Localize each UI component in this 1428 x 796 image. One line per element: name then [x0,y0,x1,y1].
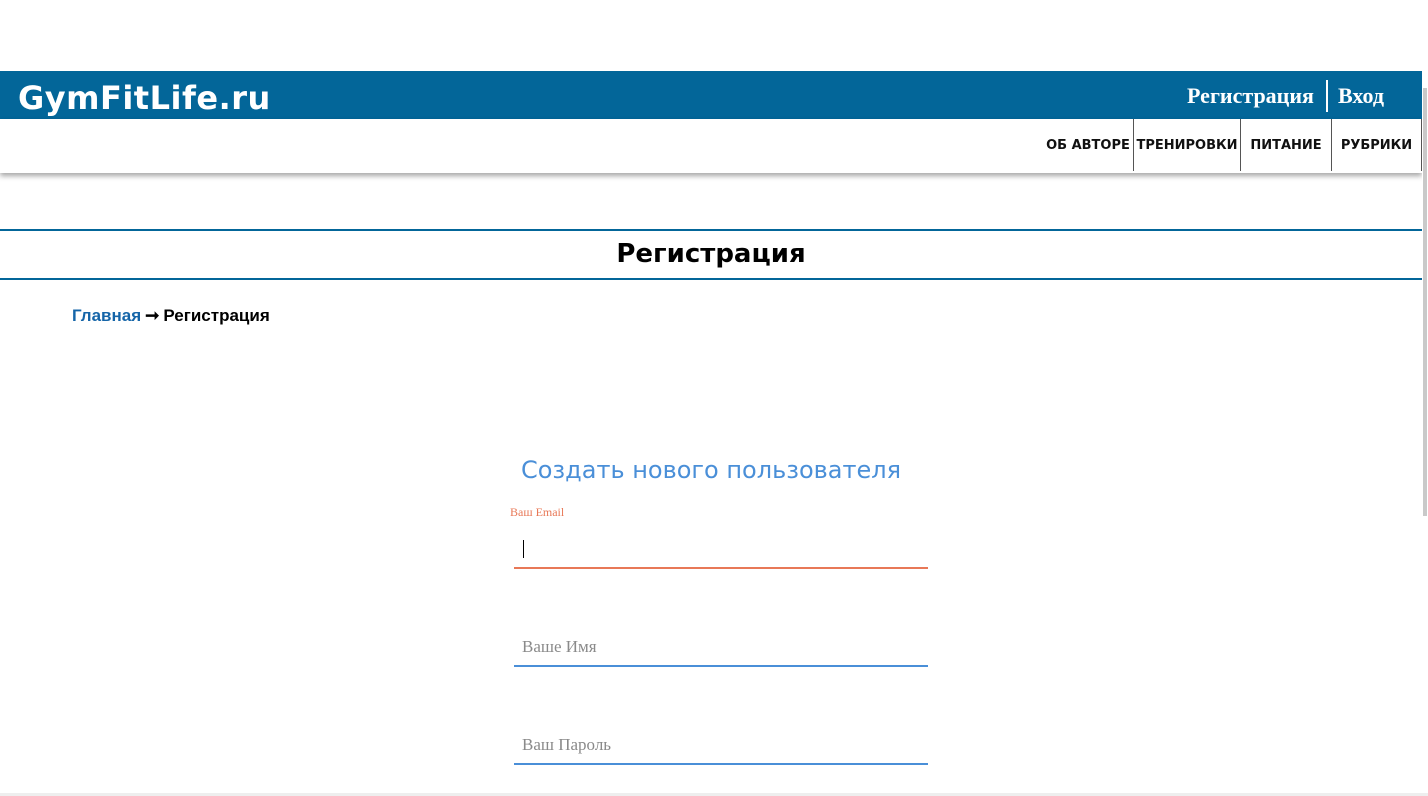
scrollbar-thumb[interactable] [1423,88,1427,516]
nav-item-categories[interactable]: РУБРИКИ [1332,119,1422,171]
password-field-group [514,727,928,767]
site-logo[interactable]: GymFitLife.ru [18,78,271,118]
login-link[interactable]: Вход [1338,83,1384,109]
text-cursor [523,540,524,558]
page-title-band: Регистрация [0,229,1422,280]
email-field[interactable] [514,531,928,569]
main-navigation: ОБ АВТОРЕ ТРЕНИРОВКИ ПИТАНИЕ РУБРИКИ [0,119,1422,173]
breadcrumb-home-link[interactable]: Главная [72,306,141,325]
register-link[interactable]: Регистрация [1187,83,1314,109]
nav-menu: ОБ АВТОРЕ ТРЕНИРОВКИ ПИТАНИЕ РУБРИКИ [1043,119,1422,171]
auth-links: Регистрация Вход [1187,80,1384,112]
nav-item-workouts[interactable]: ТРЕНИРОВКИ [1134,119,1241,171]
nav-item-about-author[interactable]: ОБ АВТОРЕ [1043,119,1134,171]
breadcrumb-arrow-icon: ➞ [145,306,160,325]
name-field-group [514,629,928,669]
auth-divider [1325,80,1328,112]
breadcrumb: Главная ➞ Регистрация [72,305,270,327]
name-field[interactable] [514,629,928,667]
breadcrumb-current: Регистрация [163,306,270,325]
email-field-label: Ваш Email [510,505,565,519]
page-title: Регистрация [616,239,806,269]
nav-item-nutrition[interactable]: ПИТАНИЕ [1241,119,1332,171]
password-field[interactable] [514,727,928,765]
form-title: Создать нового пользователя [520,456,902,484]
email-field-group: Ваш Email [510,505,928,571]
page: GymFitLife.ru Регистрация Вход ОБ АВТОРЕ… [0,0,1428,796]
